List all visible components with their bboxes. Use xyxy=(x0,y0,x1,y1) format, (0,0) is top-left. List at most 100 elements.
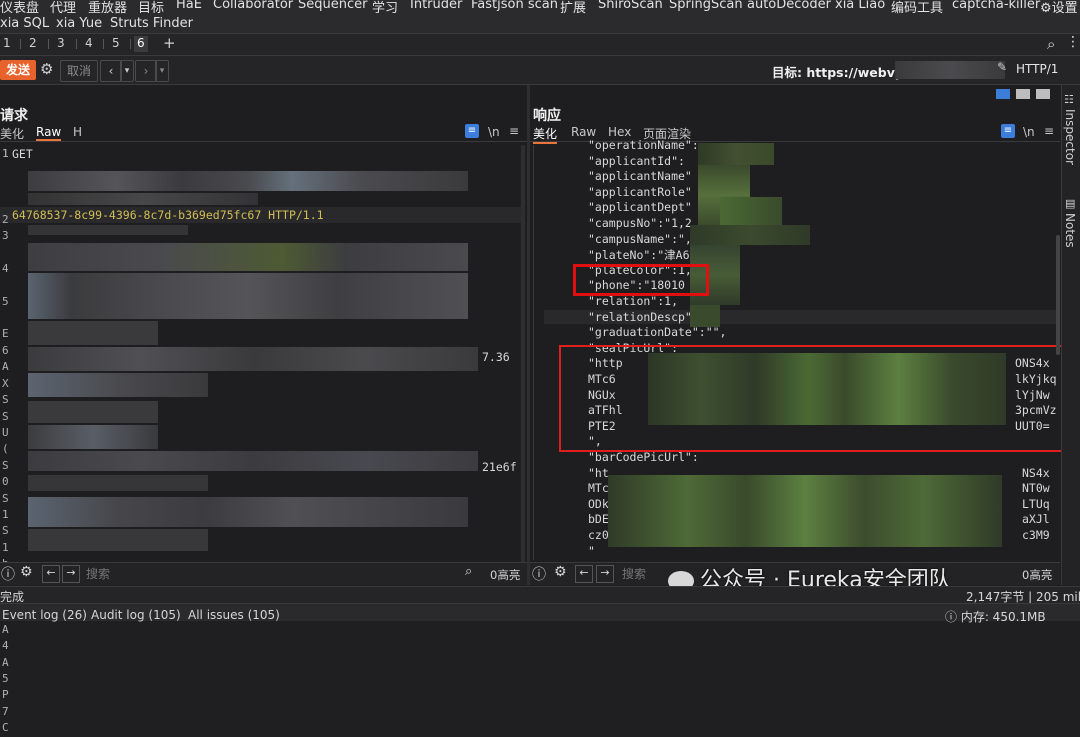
help-icon[interactable]: ⓘ xyxy=(1,564,15,584)
menu-learn[interactable]: 学习 xyxy=(372,0,398,15)
menu-fastjson[interactable]: Fastjson scan xyxy=(471,0,558,12)
json-line: "ht xyxy=(588,465,609,480)
gutter-char: 0 xyxy=(2,475,9,489)
target-url-label[interactable]: 目标: https://webvpn xyxy=(772,62,913,81)
tab-divider xyxy=(130,39,131,49)
json-line: "applicantName" xyxy=(588,169,692,184)
request-title: 请求 xyxy=(0,108,28,124)
back-dropdown-icon[interactable]: ▾ xyxy=(120,60,134,82)
menu-collaborator[interactable]: Collaborator xyxy=(213,0,293,12)
json-line: "graduationDate":"", xyxy=(588,325,727,340)
menu-springscan[interactable]: SpringScan xyxy=(669,0,743,12)
search-settings-gear-icon[interactable]: ⚙ xyxy=(554,564,567,580)
menu-xialiao[interactable]: xia Liao xyxy=(835,0,885,12)
menu-repeater[interactable]: 重放器 xyxy=(88,0,127,15)
request-tab-raw[interactable]: Raw xyxy=(36,125,62,141)
redacted-block xyxy=(28,171,468,191)
menu-shiroscan[interactable]: ShiroScan xyxy=(598,0,663,12)
json-line: "campusName":", xyxy=(588,231,692,246)
request-tab-pretty[interactable]: 美化 xyxy=(0,125,24,142)
inspector-icon[interactable]: ☷ xyxy=(1064,93,1074,106)
request-scrollbar[interactable] xyxy=(521,145,525,565)
menu-settings[interactable]: ⚙设置 xyxy=(1040,0,1078,15)
send-button[interactable]: 发送 xyxy=(0,60,36,80)
next-match-icon[interactable]: → xyxy=(62,565,80,583)
gutter-char: S xyxy=(2,409,9,423)
request-search-input[interactable] xyxy=(84,565,483,583)
json-line: "relation":1, xyxy=(588,294,679,308)
menu-encoder[interactable]: 编码工具 xyxy=(891,0,943,15)
previous-match-icon[interactable]: ← xyxy=(575,565,593,583)
gutter-char: 6 xyxy=(2,343,9,357)
redacted-block xyxy=(28,497,468,527)
json-line: "relationDescp" xyxy=(588,309,692,324)
menu-hae[interactable]: HaE xyxy=(176,0,202,12)
redacted-block xyxy=(28,273,468,319)
search-settings-gear-icon[interactable]: ⚙ xyxy=(20,564,33,580)
menu-dashboard[interactable]: 仪表盘 xyxy=(0,0,39,15)
redacted-block xyxy=(690,225,810,245)
menu-autodecoder[interactable]: autoDecoder xyxy=(747,0,831,12)
newline-toggle-icon[interactable]: \n xyxy=(488,125,500,139)
repeater-tab-3[interactable]: 3 xyxy=(54,36,68,52)
hamburger-menu-icon[interactable]: ≡ xyxy=(509,124,519,138)
search-icon[interactable]: ⌕ xyxy=(1047,35,1055,53)
next-match-icon[interactable]: → xyxy=(596,565,614,583)
back-arrow-icon[interactable]: ‹ xyxy=(100,60,122,82)
request-method: GET xyxy=(12,147,33,161)
json-line: "applicantId": xyxy=(588,153,685,168)
gutter-char: A xyxy=(2,360,9,374)
menu-target[interactable]: 目标 xyxy=(138,0,164,15)
add-tab-button[interactable]: + xyxy=(160,34,179,52)
redacted-block xyxy=(28,225,188,235)
json-line: "plateNo":"津A6 xyxy=(588,248,690,263)
menu-intruder[interactable]: Intruder xyxy=(410,0,462,12)
forward-arrow-icon[interactable]: › xyxy=(135,60,157,82)
redacted-target-host xyxy=(895,61,1005,79)
menu-extensions[interactable]: 扩展 xyxy=(560,0,586,15)
wrap-lines-icon[interactable]: ≡ xyxy=(465,124,479,138)
menu-struts-finder[interactable]: Struts Finder xyxy=(110,16,193,31)
menu-captcha-killer[interactable]: captcha-killer xyxy=(952,0,1040,12)
redacted-block xyxy=(698,143,774,165)
repeater-toolbar: 发送 ⚙ 取消 ‹ ▾ › ▾ 目标: https://webvpn ✎ HTT… xyxy=(0,56,1080,85)
json-line: " xyxy=(588,543,595,558)
menu-xia-yue[interactable]: xia Yue xyxy=(56,16,102,31)
menu-settings-label: 设置 xyxy=(1051,1,1078,15)
gutter-char: A xyxy=(2,622,9,636)
gutter-char: 3 xyxy=(2,229,9,243)
menu-proxy[interactable]: 代理 xyxy=(50,0,76,15)
notes-tab[interactable]: Notes xyxy=(1063,213,1077,248)
repeater-tab-6[interactable]: 6 xyxy=(134,36,148,52)
send-settings-gear-icon[interactable]: ⚙ xyxy=(40,60,53,78)
gutter-char: C xyxy=(2,721,9,735)
notes-icon[interactable]: ▤ xyxy=(1065,197,1075,210)
more-menu-icon[interactable]: ⋮ xyxy=(1066,34,1080,50)
gutter-char: U xyxy=(2,425,9,439)
gutter-char xyxy=(2,310,12,326)
menu-sequencer[interactable]: Sequencer xyxy=(298,0,367,12)
inspector-tab[interactable]: Inspector xyxy=(1063,109,1077,165)
repeater-tab-2[interactable]: 2 xyxy=(26,36,40,52)
request-tab-hex[interactable]: H xyxy=(73,125,82,139)
response-scrollbar[interactable] xyxy=(1056,235,1060,355)
cancel-button[interactable]: 取消 xyxy=(60,60,98,82)
protocol-selector[interactable]: HTTP/1 xyxy=(1016,62,1058,76)
edit-target-icon[interactable]: ✎ xyxy=(997,60,1007,74)
search-icon[interactable]: ⌕ xyxy=(465,564,472,579)
help-icon[interactable]: ⓘ xyxy=(532,564,546,584)
gutter-char: 2 xyxy=(2,212,9,226)
gutter-char: 1 xyxy=(2,540,9,554)
repeater-tab-1[interactable]: 1 xyxy=(0,36,14,52)
repeater-tab-4[interactable]: 4 xyxy=(82,36,96,52)
redacted-block xyxy=(28,347,478,371)
menu-xia-sql[interactable]: xia SQL xyxy=(0,16,49,31)
previous-match-icon[interactable]: ← xyxy=(42,565,60,583)
memory-usage-text: 内存: 450.1MB xyxy=(960,610,1046,624)
json-line: bDE xyxy=(588,512,609,527)
forward-dropdown-icon[interactable]: ▾ xyxy=(155,60,169,82)
json-fragment: c3M9 xyxy=(1022,528,1050,542)
repeater-tab-5[interactable]: 5 xyxy=(109,36,123,52)
request-url-tail: 64768537-8c99-4396-8c7d-b369ed75fc67 HTT… xyxy=(12,208,324,222)
gutter-char: ( xyxy=(2,442,9,456)
